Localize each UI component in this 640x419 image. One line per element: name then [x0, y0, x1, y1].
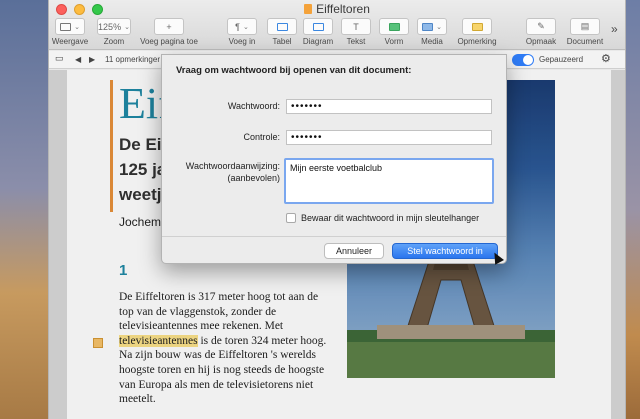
toolbar-comment-label: Opmerking [457, 37, 497, 46]
paused-label: Gepauzeerd [539, 55, 584, 64]
pages-document-icon [304, 4, 313, 14]
toolbar-view-label: Weergave [51, 37, 89, 46]
media-icon: ⌄ [417, 18, 447, 35]
hint-label: Wachtwoordaanwijzing: (aanbevolen) [168, 160, 280, 184]
toolbar-document-label: Document [566, 37, 604, 46]
window-title-text: Eiffeltoren [316, 2, 370, 16]
toolbar-insert-label: Voeg in [228, 37, 256, 46]
zoom-select[interactable]: 125% ⌄ [97, 18, 131, 35]
verify-password-field[interactable]: ••••••• [286, 130, 492, 145]
set-password-button[interactable]: Stel wachtwoord in [392, 243, 498, 259]
toolbar-view[interactable]: ⌄ Weergave [51, 18, 89, 46]
toolbar-zoom[interactable]: 125% ⌄ Zoom [97, 18, 131, 46]
zoom-value: 125% [98, 21, 122, 32]
pages-window: Eiffeltoren ⌄ Weergave 125% ⌄ Zoom + Voeg… [48, 0, 626, 419]
toolbar-add-page-label: Voeg pagina toe [140, 37, 198, 46]
toolbar-text-label: Tekst [346, 37, 366, 46]
shape-icon [379, 18, 409, 35]
mouse-pointer-icon [490, 250, 504, 265]
gear-icon[interactable]: ⚙ [601, 52, 611, 65]
comment-icon [462, 18, 492, 35]
sidebar-icon: ⌄ [55, 18, 85, 35]
cancel-button[interactable]: Annuleer [324, 243, 384, 259]
toolbar-chart-label: Diagram [302, 37, 334, 46]
toolbar-more-button[interactable]: » [611, 22, 618, 36]
dialog-heading: Vraag om wachtwoord bij openen van dit d… [176, 65, 412, 76]
plus-icon: + [154, 18, 184, 35]
toolbar-format-label: Opmaak [525, 37, 557, 46]
text-icon: T [341, 18, 371, 35]
table-icon [267, 18, 297, 35]
toolbar-zoom-label: Zoom [103, 37, 125, 46]
comments-count: 11 opmerkinger [105, 55, 160, 64]
toolbar-format[interactable]: ✎ Opmaak [523, 18, 559, 46]
window-title: Eiffeltoren [49, 2, 625, 16]
chart-icon [303, 18, 333, 35]
verify-label: Controle: [243, 132, 280, 142]
hint-label-line: (aanbevolen) [227, 173, 280, 183]
hint-label-line: Wachtwoordaanwijzing: [185, 161, 280, 171]
next-comment-icon[interactable]: ▶ [89, 55, 95, 64]
password-dialog: Vraag om wachtwoord bij openen van dit d… [161, 54, 507, 265]
toolbar-document[interactable]: ▤ Document [563, 18, 607, 46]
keychain-option[interactable]: Bewaar dit wachtwoord in mijn sleutelhan… [286, 213, 479, 223]
toolbar-table[interactable]: Tabel [265, 18, 299, 46]
toolbar-add-page[interactable]: + Voeg pagina toe [137, 18, 201, 46]
pause-toggle[interactable] [512, 54, 534, 66]
toolbar-media[interactable]: ⌄ Media [415, 18, 449, 46]
toolbar: ⌄ Weergave 125% ⌄ Zoom + Voeg pagina toe … [49, 18, 625, 50]
dialog-separator [162, 236, 506, 237]
paragraph-icon: ¶ ⌄ [227, 18, 257, 35]
keychain-checkbox[interactable] [286, 213, 296, 223]
toolbar-chart[interactable]: Diagram [301, 18, 335, 46]
format-icon: ✎ [526, 18, 556, 35]
password-field[interactable]: ••••••• [286, 99, 492, 114]
toolbar-media-label: Media [421, 37, 443, 46]
password-label: Wachtwoord: [227, 101, 280, 111]
sidebar-toggle-icon[interactable]: ▭ [55, 53, 64, 64]
previous-comment-icon[interactable]: ◀ [75, 55, 81, 64]
keychain-label: Bewaar dit wachtwoord in mijn sleutelhan… [301, 213, 480, 223]
title-bar: Eiffeltoren ⌄ Weergave 125% ⌄ Zoom + Voeg… [49, 0, 625, 50]
toolbar-shape[interactable]: Vorm [377, 18, 411, 46]
desktop-background-left [0, 0, 48, 419]
toolbar-text[interactable]: T Tekst [339, 18, 373, 46]
document-icon: ▤ [570, 18, 600, 35]
toolbar-comment[interactable]: Opmerking [453, 18, 501, 46]
password-hint-field[interactable]: Mijn eerste voetbalclub [284, 158, 494, 204]
more-icon: » [611, 22, 618, 36]
toolbar-insert[interactable]: ¶ ⌄ Voeg in [225, 18, 259, 46]
toolbar-shape-label: Vorm [384, 37, 404, 46]
toolbar-table-label: Tabel [272, 37, 292, 46]
